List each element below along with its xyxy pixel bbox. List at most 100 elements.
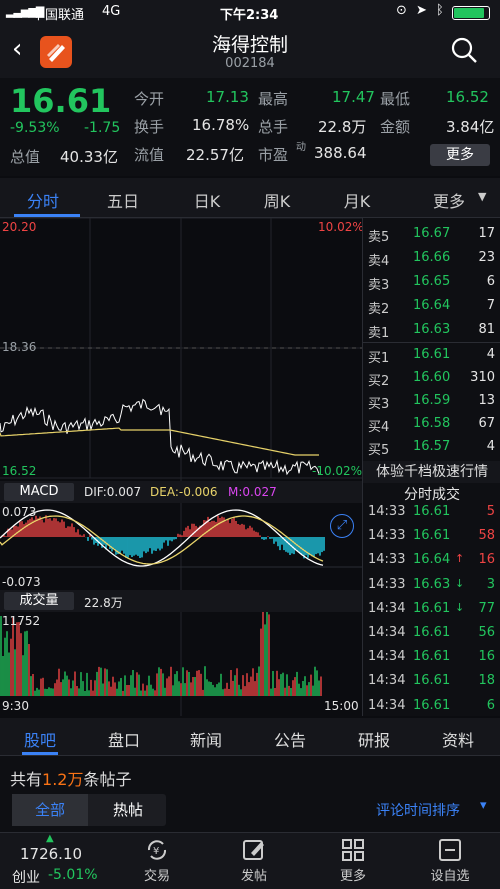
info-tab-3[interactable]: 公告	[250, 727, 330, 751]
tick-price: 16.63	[413, 576, 451, 592]
orderbook-ask-row: 卖4 16.66 23	[363, 247, 500, 271]
level-volume: 7	[486, 298, 495, 313]
tick-row: 14:33 16.61 58	[363, 525, 500, 549]
tick-row: 14:33 16.63 ↓ 3	[363, 574, 500, 598]
orderbook-bid-row: 买2 16.60 310	[363, 367, 500, 391]
level-volume: 81	[478, 322, 495, 337]
stat-value: 22.8万	[318, 118, 367, 136]
trade-icon: ¥	[147, 840, 167, 860]
back-icon[interactable]: ‹	[12, 34, 22, 64]
orderbook-ask-row: 卖3 16.65 6	[363, 271, 500, 295]
time-end: 15:00	[324, 699, 359, 713]
search-icon[interactable]	[450, 36, 478, 68]
nav-watchlist[interactable]: 设自选	[410, 837, 490, 884]
order-book: 体验千档极速行情 分时成交 卖5 16.67 17 卖4 16.66 23 卖3 16.65 6…	[362, 218, 500, 716]
tick-price: 16.61	[413, 528, 451, 544]
tick-volume: 6	[486, 697, 495, 713]
stat-label: 市盈	[258, 146, 289, 164]
sort-button[interactable]: 评论时间排序	[376, 800, 460, 820]
tick-row: 14:34 16.61 ↓ 77	[363, 598, 500, 622]
book-divider	[363, 342, 500, 343]
filter-all[interactable]: 全部	[12, 794, 88, 826]
volume-selector[interactable]: 成交量	[4, 592, 74, 610]
orderbook-bid-row: 买5 16.57 4	[363, 436, 500, 460]
macd-m: M:0.027	[228, 485, 277, 499]
level-price: 16.67	[413, 226, 451, 241]
app-logo	[40, 36, 72, 68]
stat-value: 22.57亿	[186, 146, 244, 164]
level-price: 16.61	[413, 347, 451, 362]
level-price: 16.64	[413, 298, 451, 313]
tick-price: 16.61	[413, 649, 451, 665]
stat-value: 16.78%	[192, 116, 250, 134]
tick-volume: 58	[478, 528, 495, 544]
bluetooth-icon: ᛒ	[436, 3, 444, 18]
stat-label: 最高	[258, 90, 289, 108]
tab-0[interactable]: 分时	[8, 188, 78, 212]
pct-change: -9.53%	[10, 120, 60, 136]
nav-watchlist-label: 设自选	[430, 869, 470, 884]
info-tab-indicator	[22, 752, 58, 755]
level-label: 买2	[368, 374, 390, 389]
orderbook-bid-row: 买1 16.61 4	[363, 344, 500, 368]
level-price: 16.57	[413, 439, 451, 454]
tick-price: 16.61	[413, 697, 451, 713]
tab-indicator	[14, 214, 80, 217]
tick-row: 14:33 16.61 5	[363, 501, 500, 525]
promo-banner[interactable]: 体验千档极速行情	[363, 461, 500, 483]
nav-more-label: 更多	[339, 869, 366, 884]
more-button[interactable]: 更多	[430, 144, 490, 166]
nav-trade[interactable]: ¥ 交易	[117, 837, 197, 884]
index-pct: -5.01%	[48, 867, 98, 883]
filter-hot[interactable]: 热帖	[90, 794, 166, 826]
tick-volume: 18	[478, 673, 495, 689]
stat-sup: 动	[296, 142, 306, 153]
axis-high-pct: 10.02%	[318, 220, 364, 234]
tick-price: 16.61	[413, 504, 451, 519]
expand-icon[interactable]: ⤢	[330, 514, 354, 538]
info-tab-1[interactable]: 盘口	[84, 727, 164, 751]
time-start: 9:30	[2, 699, 29, 713]
info-tab-2[interactable]: 新闻	[166, 727, 246, 751]
nav-more[interactable]: 更多	[313, 837, 393, 884]
info-tab-5[interactable]: 资料	[418, 727, 498, 751]
info-tab-0[interactable]: 股吧	[0, 727, 80, 751]
level-volume: 23	[478, 250, 495, 265]
nav-post[interactable]: 发帖	[214, 837, 294, 884]
level-label: 买4	[368, 420, 390, 435]
level-price: 16.63	[413, 322, 451, 337]
header: ‹ 海得控制 002184	[0, 26, 500, 78]
caret-up-icon: ▲	[46, 833, 54, 844]
tab-3[interactable]: 周K	[242, 188, 312, 212]
stat-label-总值: 总值	[10, 148, 41, 166]
index-ticker[interactable]: ▲ 1726.10 创业 -5.01%	[0, 833, 100, 889]
tab-5[interactable]: 更多	[414, 188, 484, 212]
chart-tabs: 分时 五日 日K 周K 月K 更多 ▼	[0, 178, 500, 218]
stat-label: 换手	[134, 118, 165, 136]
caret-down-icon: ▼	[478, 190, 487, 203]
tick-volume: 3	[486, 576, 495, 592]
macd-bottom: -0.073	[2, 575, 41, 589]
tick-volume: 56	[478, 625, 495, 640]
stat-value-总值: 40.33亿	[60, 148, 118, 166]
tick-arrow: ↓	[455, 600, 465, 614]
orderbook-ask-row: 卖2 16.64 7	[363, 295, 500, 319]
network-label: 4G	[102, 4, 121, 19]
tab-4[interactable]: 月K	[322, 188, 392, 212]
macd-selector[interactable]: MACD	[4, 483, 74, 501]
price-change: -1.75	[84, 120, 121, 136]
tick-row: 14:33 16.64 ↑ 16	[363, 549, 500, 573]
post-filter: 全部 热帖	[12, 794, 166, 826]
tab-2[interactable]: 日K	[172, 188, 242, 212]
tick-time: 14:34	[368, 600, 406, 616]
level-label: 卖1	[368, 326, 390, 341]
info-tab-4[interactable]: 研报	[334, 727, 414, 751]
tick-time: 14:33	[368, 576, 406, 592]
tab-1[interactable]: 五日	[88, 188, 158, 212]
chevron-down-icon[interactable]: ▾	[480, 798, 487, 813]
svg-text:¥: ¥	[153, 846, 159, 857]
tick-time: 14:34	[368, 673, 406, 689]
tick-row: 14:34 16.61 6	[363, 695, 500, 719]
volume-header: 成交量 22.8万	[0, 590, 362, 612]
page-title: 海得控制	[211, 34, 288, 56]
